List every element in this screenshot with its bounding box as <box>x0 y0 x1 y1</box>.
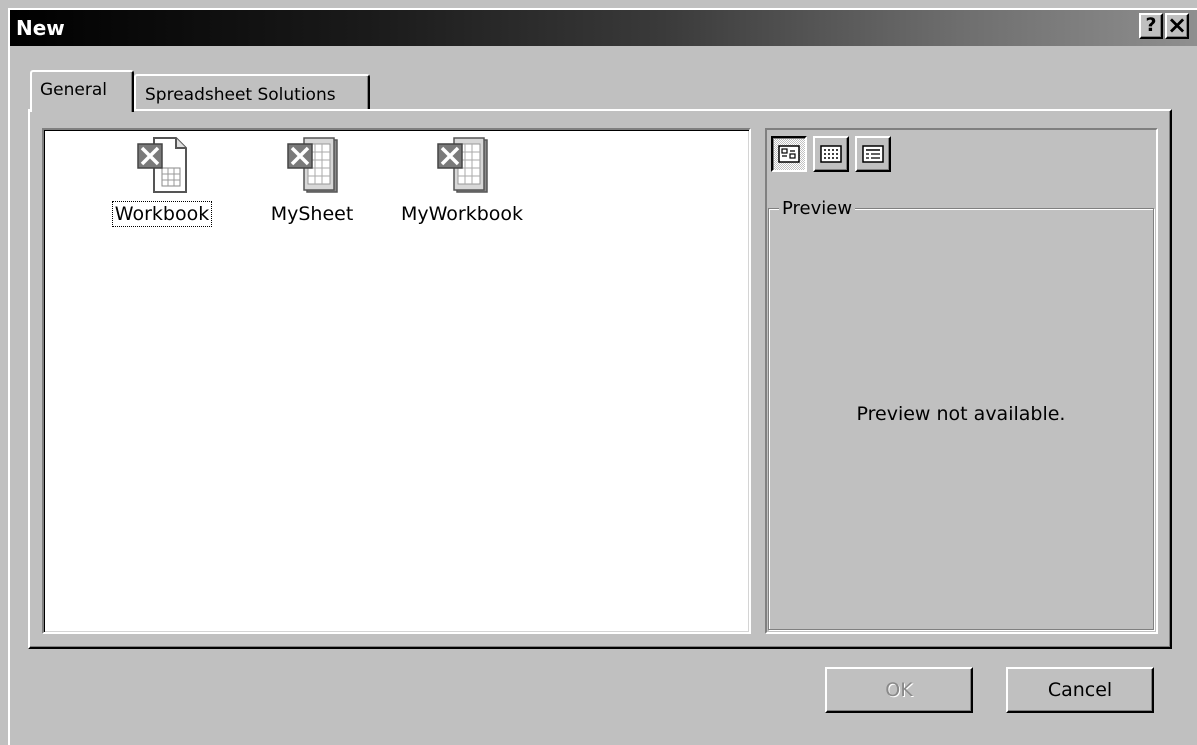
preview-message: Preview not available. <box>856 403 1066 425</box>
ok-button[interactable]: OK <box>825 667 973 713</box>
template-label: Workbook <box>111 201 213 227</box>
template-item-myworkbook[interactable]: MyWorkbook <box>382 134 542 226</box>
dialog-title: New <box>16 16 65 40</box>
excel-workbook-template-icon <box>137 137 187 193</box>
preview-group-label: Preview <box>779 198 856 220</box>
template-item-workbook[interactable]: Workbook <box>82 134 242 227</box>
template-list[interactable]: Workbook MySheet MyWorkbook <box>42 128 751 634</box>
tab-general[interactable]: General <box>30 70 134 112</box>
tab-spreadsheet-solutions[interactable]: Spreadsheet Solutions <box>134 74 370 109</box>
cancel-button[interactable]: Cancel <box>1006 667 1154 713</box>
close-icon: × <box>1167 11 1188 39</box>
excel-template-icon <box>437 137 488 193</box>
tab-spreadsheet-solutions-label: Spreadsheet Solutions <box>145 85 336 105</box>
close-button[interactable]: × <box>1165 13 1189 39</box>
template-label: MyWorkbook <box>400 203 524 225</box>
template-label: MySheet <box>270 203 354 225</box>
tab-general-label: General <box>40 80 107 100</box>
template-item-mysheet[interactable]: MySheet <box>232 134 392 226</box>
excel-template-icon <box>287 137 338 193</box>
title-bar <box>10 10 1197 46</box>
help-button[interactable]: ? <box>1139 13 1163 39</box>
